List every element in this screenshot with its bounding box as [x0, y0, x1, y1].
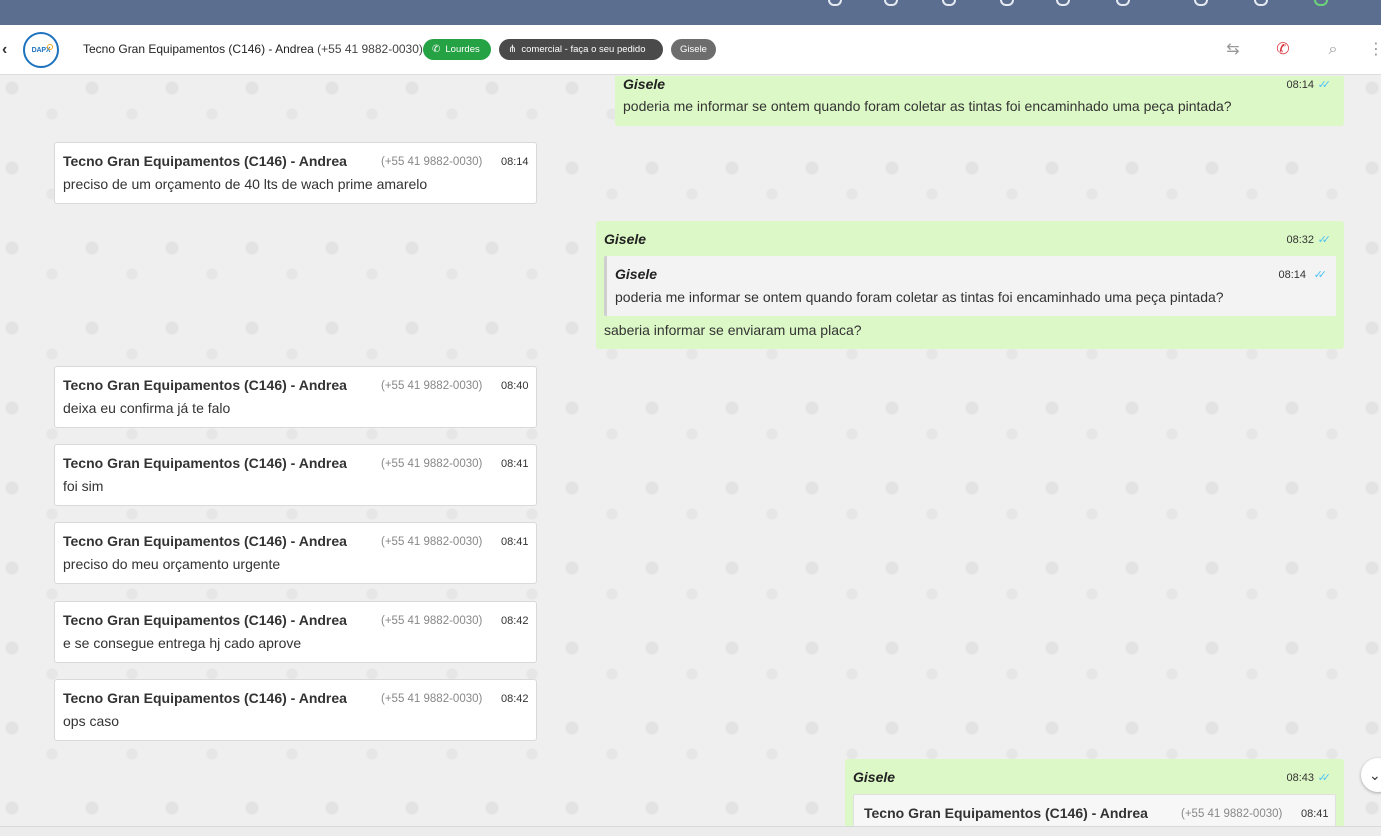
read-ticks-icon: ✓✓ [1317, 772, 1332, 784]
message-text: ops caso [63, 713, 120, 729]
read-ticks-icon: ✓✓ [1317, 79, 1332, 91]
back-arrow-icon[interactable]: ‹ [2, 41, 16, 59]
top-system-bar [0, 0, 1381, 25]
message-phone: (+55 41 9882-0030) [381, 536, 483, 548]
message-phone: (+55 41 9882-0030) [381, 156, 483, 168]
message-incoming[interactable]: Tecno Gran Equipamentos (C146) - Andrea … [54, 142, 537, 204]
topbar-icon[interactable] [884, 0, 898, 6]
transfer-icon[interactable]: ⇆ [1222, 39, 1244, 61]
tag-label: Lourdes [445, 44, 480, 55]
message-time: 08:41 [501, 458, 529, 470]
message-text: e se consegue entrega hj cado aprove [63, 635, 302, 651]
end-call-icon[interactable]: ✆ [1272, 39, 1294, 61]
message-phone: (+55 41 9882-0030) [381, 380, 483, 392]
message-outgoing[interactable]: Gisele 08:14 ✓✓ poderia me informar se o… [615, 76, 1344, 126]
message-phone: (+55 41 9882-0030) [381, 458, 483, 470]
message-sender: Gisele [853, 769, 896, 785]
message-incoming[interactable]: Tecno Gran Equipamentos (C146) - Andrea … [54, 601, 537, 663]
contact-phone: (+55 41 9882-0030) [317, 42, 423, 56]
message-sender: Tecno Gran Equipamentos (C146) - Andrea [63, 612, 347, 628]
message-sender: Tecno Gran Equipamentos (C146) - Andrea [63, 153, 347, 169]
quoted-message[interactable]: Gisele 08:14 ✓✓ poderia me informar se o… [604, 256, 1336, 316]
tag-agent[interactable]: Gisele [671, 39, 716, 60]
message-sender: Tecno Gran Equipamentos (C146) - Andrea [63, 377, 347, 393]
quoted-text: poderia me informar se ontem quando fora… [615, 289, 1224, 305]
message-phone: (+55 41 9882-0030) [381, 693, 483, 705]
message-text: foi sim [63, 478, 104, 494]
topbar-icon[interactable] [1254, 0, 1268, 6]
quoted-message[interactable]: Tecno Gran Equipamentos (C146) - Andrea … [853, 794, 1336, 826]
message-incoming[interactable]: Tecno Gran Equipamentos (C146) - Andrea … [54, 679, 537, 741]
message-text: saberia informar se enviaram uma placa? [604, 322, 862, 338]
message-time: 08:32 [1286, 234, 1314, 246]
contact-name: Tecno Gran Equipamentos (C146) - Andrea [83, 42, 314, 56]
message-time: 08:42 [501, 693, 529, 705]
quoted-time: 08:14 [1278, 269, 1306, 281]
bottom-bar [0, 826, 1381, 836]
topbar-icon[interactable] [1000, 0, 1014, 6]
message-time: 08:43 [1286, 772, 1314, 784]
read-ticks-icon: ✓✓ [1317, 234, 1332, 246]
message-sender: Tecno Gran Equipamentos (C146) - Andrea [63, 455, 347, 471]
message-text: preciso de um orçamento de 40 lts de wac… [63, 176, 428, 192]
message-time: 08:40 [501, 380, 529, 392]
chat-messages-area[interactable]: Gisele 08:14 ✓✓ poderia me informar se o… [0, 76, 1381, 826]
topbar-icon[interactable] [942, 0, 956, 6]
tag-department[interactable]: ⋔ comercial - faça o seu pedido [499, 39, 663, 60]
sitemap-icon: ⋔ [508, 44, 517, 55]
message-outgoing[interactable]: Gisele 08:43 ✓✓ Tecno Gran Equipamentos … [845, 759, 1344, 826]
message-sender: Gisele [604, 231, 647, 247]
message-time: 08:42 [501, 615, 529, 627]
message-incoming[interactable]: Tecno Gran Equipamentos (C146) - Andrea … [54, 444, 537, 506]
whatsapp-icon: ✆ [432, 44, 441, 55]
message-text: preciso do meu orçamento urgente [63, 556, 281, 572]
topbar-icon[interactable] [1194, 0, 1208, 6]
message-incoming[interactable]: Tecno Gran Equipamentos (C146) - Andrea … [54, 366, 537, 428]
logo-ring-icon [47, 44, 53, 50]
contact-avatar[interactable]: DAPX [23, 32, 59, 68]
quoted-time: 08:41 [1301, 808, 1329, 820]
quoted-sender: Tecno Gran Equipamentos (C146) - Andrea [864, 805, 1148, 821]
more-icon[interactable]: ⋮ [1368, 39, 1381, 61]
topbar-icon[interactable] [1056, 0, 1070, 6]
message-incoming[interactable]: Tecno Gran Equipamentos (C146) - Andrea … [54, 522, 537, 584]
message-sender: Tecno Gran Equipamentos (C146) - Andrea [63, 533, 347, 549]
message-outgoing[interactable]: Gisele 08:32 ✓✓ Gisele 08:14 ✓✓ poderia … [596, 221, 1344, 349]
message-sender: Gisele [623, 76, 666, 92]
message-text: deixa eu confirma já te falo [63, 400, 231, 416]
tag-label: comercial - faça o seu pedido [521, 44, 646, 55]
topbar-icon[interactable] [828, 0, 842, 6]
contact-info[interactable]: Tecno Gran Equipamentos (C146) - Andrea … [83, 42, 423, 56]
message-phone: (+55 41 9882-0030) [381, 615, 483, 627]
tag-label: Gisele [680, 44, 707, 55]
message-time: 08:14 [1286, 79, 1314, 91]
message-time: 08:14 [501, 156, 529, 168]
message-text: poderia me informar se ontem quando fora… [623, 98, 1232, 114]
chat-header: ‹ DAPX Tecno Gran Equipamentos (C146) - … [0, 25, 1381, 75]
read-ticks-icon: ✓✓ [1313, 269, 1328, 281]
quoted-phone: (+55 41 9882-0030) [1181, 808, 1283, 820]
status-icon[interactable] [1314, 0, 1328, 6]
message-sender: Tecno Gran Equipamentos (C146) - Andrea [63, 690, 347, 706]
message-time: 08:41 [501, 536, 529, 548]
quoted-sender: Gisele [615, 266, 658, 282]
topbar-icon[interactable] [1116, 0, 1130, 6]
attach-icon[interactable]: ⌕ [1322, 39, 1344, 61]
tag-lourdes[interactable]: ✆ Lourdes [423, 39, 491, 60]
